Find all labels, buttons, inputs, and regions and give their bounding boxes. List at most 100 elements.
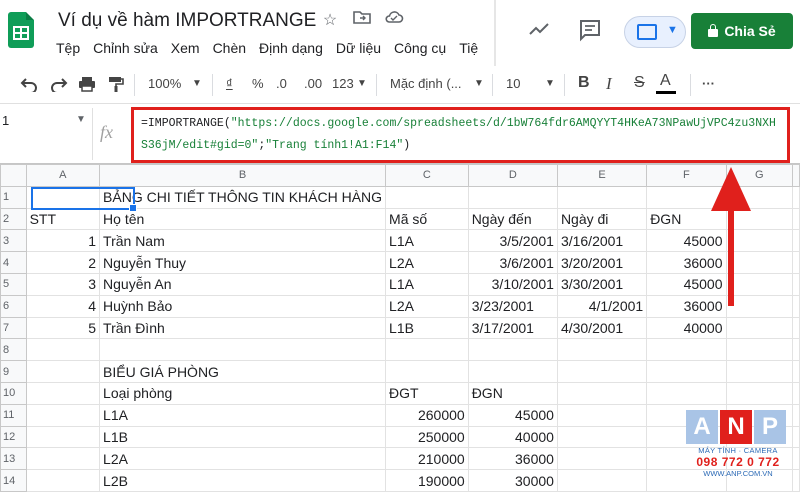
cell-f8[interactable] [646,338,727,362]
cell-b5[interactable]: Nguyễn An [99,272,387,296]
cell-a8[interactable] [25,338,101,362]
row-header[interactable]: 13 [0,447,27,471]
cell-c10[interactable]: ĐGT [385,381,469,405]
menu-insert[interactable]: Chèn [213,40,246,56]
cloud-status-icon[interactable] [382,10,406,30]
share-button[interactable]: Chia Sẻ [691,13,793,49]
cell-b13[interactable]: L2A [99,447,387,471]
cell-overflow[interactable] [792,229,800,253]
cell-b6[interactable]: Huỳnh Bảo [99,294,387,318]
cell-f9[interactable] [646,360,727,383]
italic-button[interactable]: I [606,74,612,94]
more-formats-button[interactable]: 123 [332,76,354,91]
row-header[interactable]: 14 [0,469,27,492]
percent-format-button[interactable]: % [252,76,264,91]
row-header[interactable]: 3 [0,229,27,253]
cell-c7[interactable]: L1B [385,316,469,340]
increase-decimal-button[interactable]: .00 [304,76,322,91]
cell-g9[interactable] [725,360,794,383]
sheets-logo-icon[interactable] [8,12,34,48]
cell-a10[interactable] [25,381,101,405]
cell-f7[interactable]: 40000 [646,316,727,340]
cell-d14[interactable]: 30000 [467,469,558,492]
cell-b9[interactable]: BIỂU GIÁ PHÒNG [99,360,387,383]
more-options-icon[interactable]: ··· [702,76,715,91]
formula-input[interactable]: =IMPORTRANGE("https://docs.google.com/sp… [131,107,790,163]
cell-d9[interactable] [467,360,558,383]
column-header-overflow[interactable] [792,164,800,187]
cell-b1[interactable]: BẢNG CHI TIẾT THÔNG TIN KHÁCH HÀNG [99,185,387,209]
cell-d5[interactable]: 3/10/2001 [467,272,558,296]
column-header-e[interactable]: E [556,164,648,187]
row-header[interactable]: 8 [0,338,27,362]
cell-a14[interactable] [25,469,101,492]
cell-c3[interactable]: L1A [385,229,469,253]
column-header-c[interactable]: C [385,164,469,187]
cell-overflow[interactable] [792,360,800,383]
cell-overflow[interactable] [792,381,800,405]
cell-b2[interactable]: Họ tên [99,207,387,231]
row-header[interactable]: 1 [0,185,27,209]
cell-b10[interactable]: Loại phòng [99,381,387,405]
cell-g6[interactable] [725,294,794,318]
row-header[interactable]: 2 [0,207,27,231]
cell-c4[interactable]: L2A [385,251,469,274]
cell-a13[interactable] [25,447,101,471]
cell-a3[interactable]: 1 [25,229,101,253]
cell-c5[interactable]: L1A [385,272,469,296]
cell-b11[interactable]: L1A [99,403,387,427]
cell-e7[interactable]: 4/30/2001 [556,316,648,340]
cell-d10[interactable]: ĐGN [467,381,558,405]
cell-overflow[interactable] [792,294,800,318]
cell-b3[interactable]: Trần Nam [99,229,387,253]
cell-c6[interactable]: L2A [385,294,469,318]
cell-e9[interactable] [556,360,648,383]
menu-view[interactable]: Xem [171,40,200,56]
cell-d6[interactable]: 3/23/2001 [467,294,558,318]
cell-e1[interactable] [556,185,648,209]
cell-e12[interactable] [556,425,648,449]
cell-c1[interactable] [385,185,469,209]
cell-f5[interactable]: 45000 [646,272,727,296]
cell-f3[interactable]: 45000 [646,229,727,253]
cell-e10[interactable] [556,381,648,405]
undo-icon[interactable] [20,76,38,95]
select-all-corner[interactable] [0,164,27,187]
cell-overflow[interactable] [792,251,800,274]
menu-file[interactable]: Tệp [56,40,80,56]
cell-overflow[interactable] [792,207,800,231]
currency-format-button[interactable]: ₫ [226,76,233,91]
cell-a12[interactable] [25,425,101,449]
cell-g7[interactable] [725,316,794,340]
print-icon[interactable] [78,76,96,95]
cell-g10[interactable] [725,381,794,405]
paint-format-icon[interactable] [108,76,124,96]
cell-overflow[interactable] [792,469,800,492]
column-header-d[interactable]: D [467,164,558,187]
document-title[interactable]: Ví dụ về hàm IMPORTRANGE [58,10,316,32]
cell-e11[interactable] [556,403,648,427]
cell-g8[interactable] [725,338,794,362]
cell-e5[interactable]: 3/30/2001 [556,272,648,296]
cell-a9[interactable] [25,360,101,383]
cell-b7[interactable]: Trần Đình [99,316,387,340]
move-to-folder-icon[interactable] [350,10,374,30]
cell-overflow[interactable] [792,425,800,449]
cell-d13[interactable]: 36000 [467,447,558,471]
row-header[interactable]: 9 [0,360,27,383]
cell-overflow[interactable] [792,316,800,340]
column-header-b[interactable]: B [99,164,387,187]
cell-f6[interactable]: 36000 [646,294,727,318]
cell-d2[interactable]: Ngày đến [467,207,558,231]
font-size-select[interactable]: 10 [506,76,520,91]
redo-icon[interactable] [50,76,68,95]
cell-c8[interactable] [385,338,469,362]
cell-g2[interactable] [725,207,794,231]
row-header[interactable]: 10 [0,381,27,405]
zoom-select[interactable]: 100% [148,76,181,91]
row-header[interactable]: 6 [0,294,27,318]
text-color-button[interactable]: A [656,72,676,94]
menu-format[interactable]: Định dạng [259,40,323,56]
row-header[interactable]: 7 [0,316,27,340]
menu-tools[interactable]: Công cụ [394,40,446,56]
